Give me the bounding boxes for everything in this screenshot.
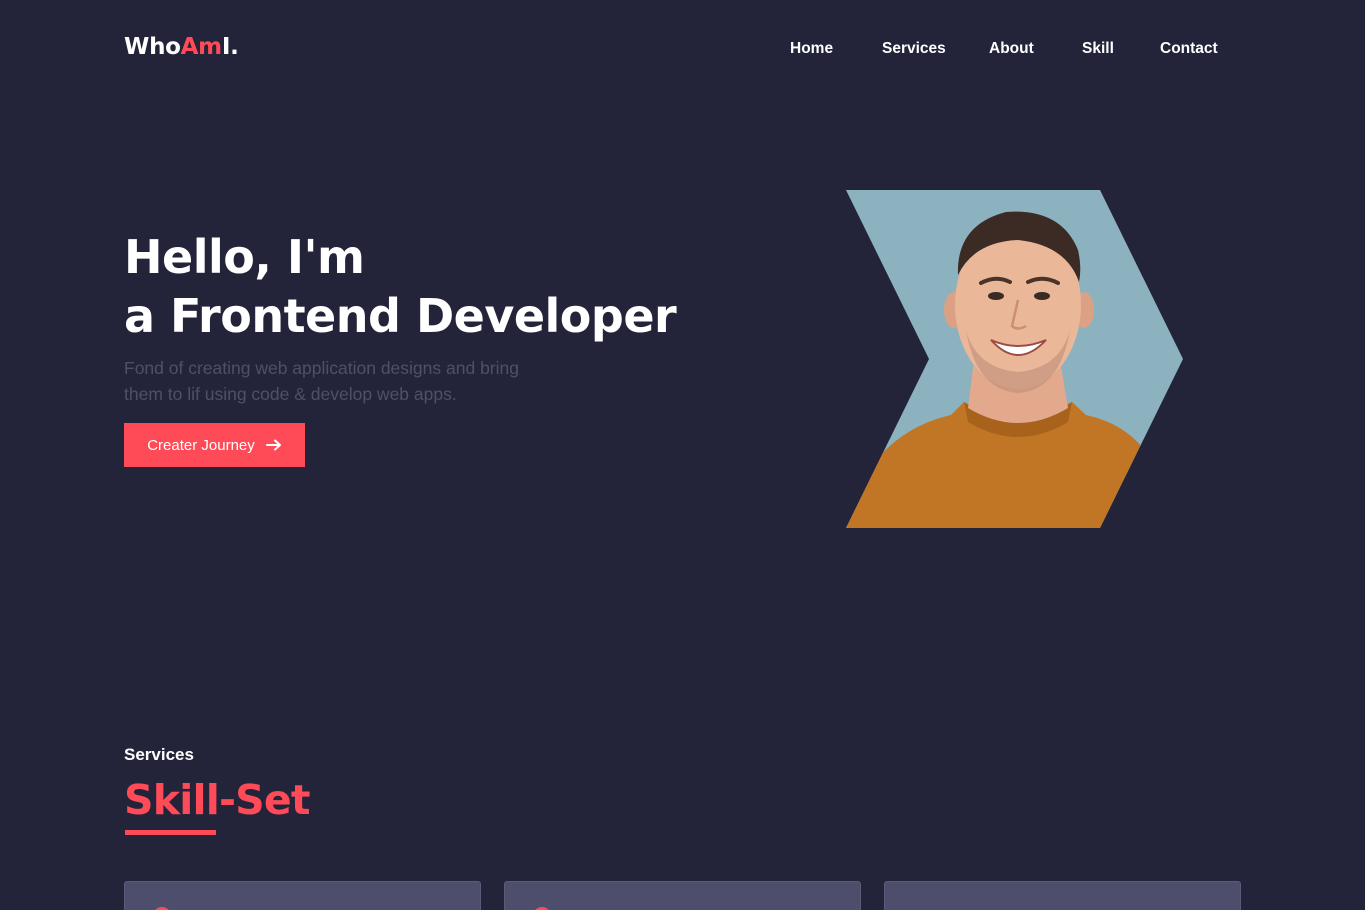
hero-subtitle-line-2: them to lif using code & develop web app… bbox=[124, 384, 457, 404]
service-card[interactable] bbox=[124, 881, 481, 910]
journey-button[interactable]: Creater Journey bbox=[124, 423, 305, 467]
main-nav: Home Services About Skill Contact bbox=[0, 40, 1365, 64]
profile-photo bbox=[846, 190, 1183, 528]
arrow-right-icon bbox=[265, 439, 281, 451]
nav-link-home[interactable]: Home bbox=[790, 40, 833, 58]
hero-title-line-2: a Frontend Developer bbox=[124, 289, 677, 343]
hero-subtitle-line-1: Fond of creating web application designs… bbox=[124, 358, 519, 378]
title-underline bbox=[125, 830, 216, 835]
section-title: Skill-Set bbox=[124, 776, 311, 824]
service-card[interactable] bbox=[884, 881, 1241, 910]
site-header: WhoAmI. Home Services About Skill Contac… bbox=[0, 0, 1365, 100]
nav-link-services[interactable]: Services bbox=[882, 40, 946, 58]
nav-link-about[interactable]: About bbox=[989, 40, 1034, 58]
hero-title-line-1: Hello, I'm bbox=[124, 230, 365, 284]
service-card[interactable] bbox=[504, 881, 861, 910]
nav-link-skill[interactable]: Skill bbox=[1082, 40, 1114, 58]
hero-subtitle: Fond of creating web application designs… bbox=[124, 355, 624, 407]
services-label: Services bbox=[124, 745, 194, 764]
journey-button-label: Creater Journey bbox=[147, 436, 255, 454]
hero-title: Hello, I'm a Frontend Developer bbox=[124, 228, 677, 346]
nav-link-contact[interactable]: Contact bbox=[1160, 40, 1218, 58]
